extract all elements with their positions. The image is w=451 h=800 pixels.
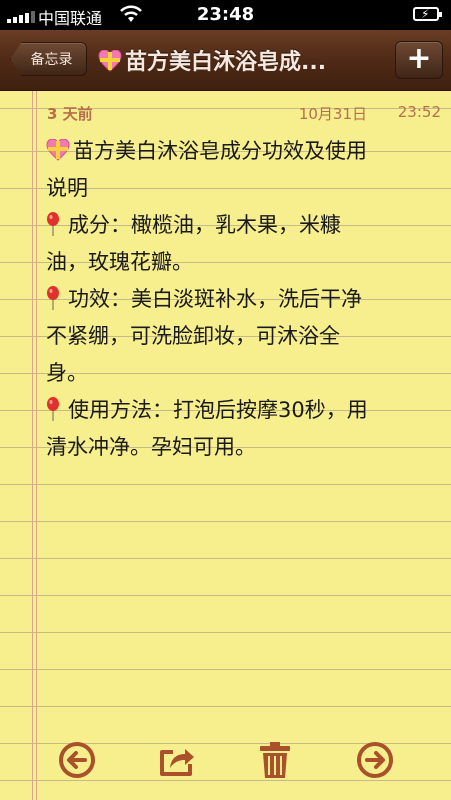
note-line-text: 成分：橄榄油，乳木果，米糠 [68,213,341,237]
note-line: 使用方法：打泡后按摩30秒，用 [46,392,441,429]
note-line: 苗方美白沐浴皂成分功效及使用 [46,133,441,170]
note-line: 说明 [46,176,88,200]
balloon-icon [47,397,59,421]
share-button[interactable] [157,740,197,780]
note-time: 23:52 [397,103,441,121]
battery-charging-icon: ⚡ [413,7,442,21]
gift-heart-icon [46,139,70,161]
next-icon [357,742,393,778]
note-metadata: 3 天前 10月31日 23:52 [47,103,441,125]
note-line-text: 苗方美白沐浴皂成分功效及使用 [73,139,367,163]
navigation-bar: 备忘录 苗方美白沐浴皂成... + [0,30,451,91]
note-line-text: 使用方法：打泡后按摩30秒，用 [68,398,368,422]
note-title-text: 苗方美白沐浴皂成... [125,50,327,75]
note-date: 10月31日 [298,105,367,123]
previous-icon [59,742,95,778]
note-line-text: 功效：美白淡斑补水，洗后干净 [68,287,362,311]
next-note-button[interactable] [355,740,395,780]
status-time: 23:48 [196,4,255,25]
note-line: 功效：美白淡斑补水，洗后干净 [46,281,441,318]
note-body[interactable]: 苗方美白沐浴皂成分功效及使用 说明 成分：橄榄油，乳木果，米糠 油，玫瑰花瓣。 … [46,133,441,466]
balloon-icon [47,212,59,236]
note-line: 成分：橄榄油，乳木果，米糠 [46,207,441,244]
note-line: 身。 [46,361,88,385]
previous-note-button[interactable] [57,740,97,780]
trash-icon [260,742,290,778]
balloon-icon [47,286,59,310]
note-line: 油，玫瑰花瓣。 [46,250,193,274]
note-paper[interactable]: 3 天前 10月31日 23:52 苗方美白沐浴皂成分功效及使用 说明 成分：橄… [0,91,451,800]
delete-button[interactable] [255,740,295,780]
relative-date: 3 天前 [47,105,93,123]
share-icon [160,749,194,776]
note-title: 苗方美白沐浴皂成... [98,44,383,76]
margin-line [32,91,33,800]
status-bar: 中国联通 23:48 ⚡ [0,0,451,30]
bottom-toolbar [0,735,451,790]
gift-heart-icon [98,50,122,72]
note-line: 不紧绷，可洗脸卸妆，可沐浴全 [46,324,340,348]
margin-line [36,91,37,800]
back-button[interactable]: 备忘录 [10,42,87,76]
note-line: 清水冲净。孕妇可用。 [46,435,256,459]
add-note-button[interactable]: + [395,41,443,79]
